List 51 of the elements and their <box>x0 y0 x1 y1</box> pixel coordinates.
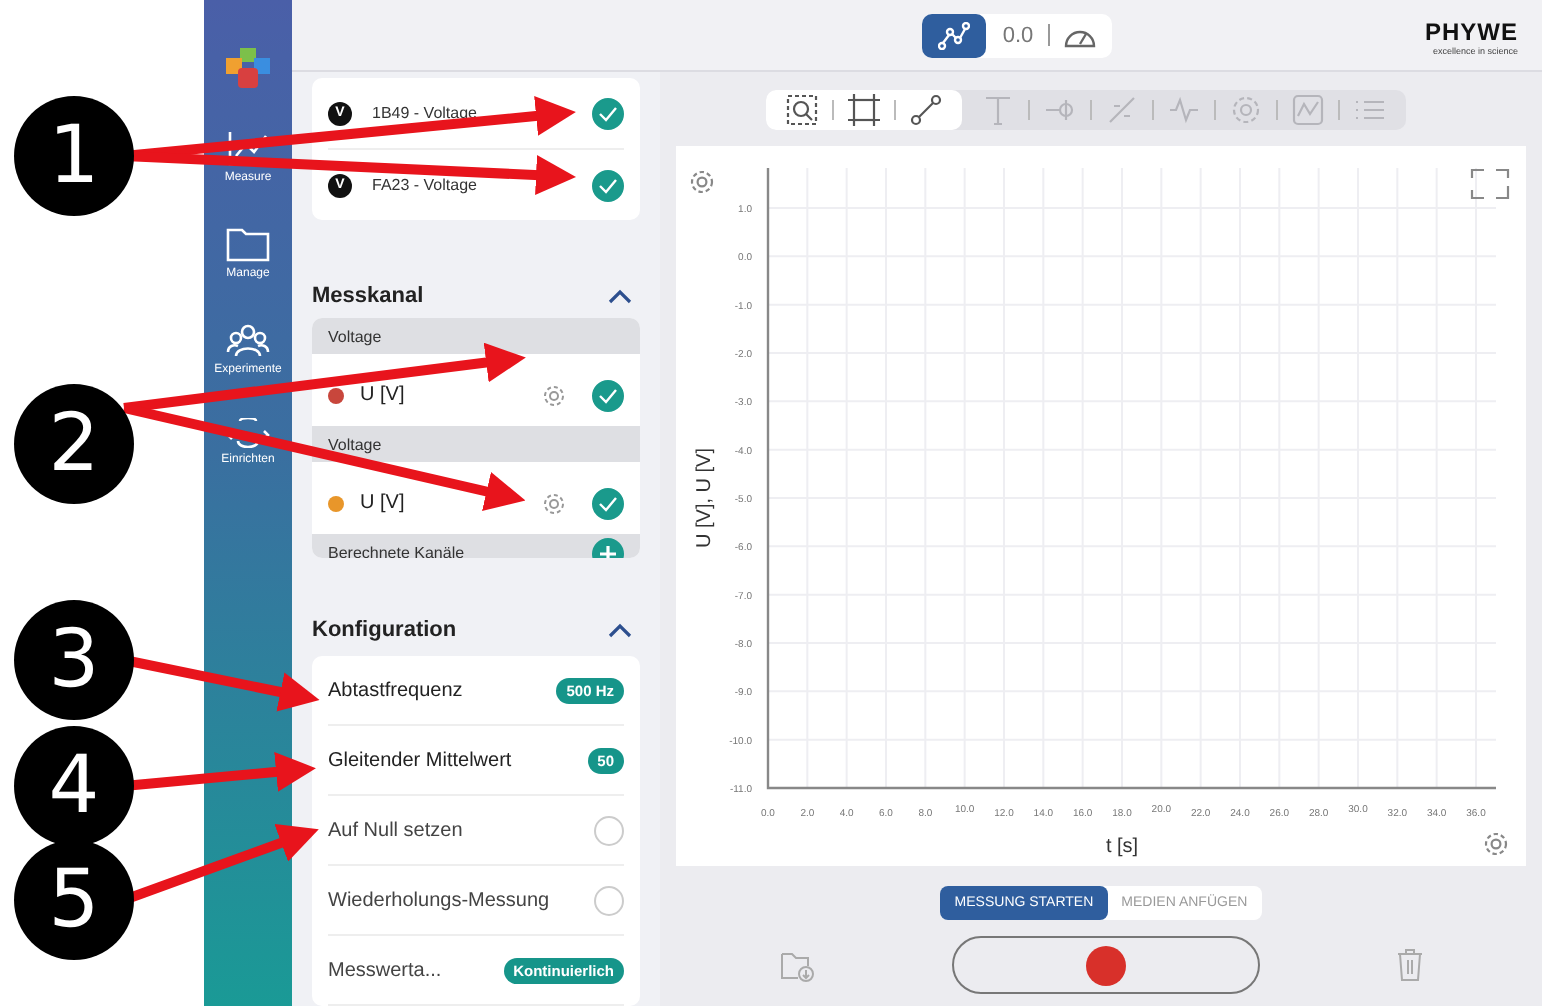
channel-name: U [V] <box>360 492 407 514</box>
graph-icon <box>938 21 971 49</box>
sensor-name: FA23 - Voltage <box>372 176 479 194</box>
section-title: Konfiguration <box>312 618 457 642</box>
record-button[interactable] <box>951 936 1259 994</box>
setup-icon <box>226 418 270 448</box>
computed-channels-label: Berechnete Kanäle <box>328 544 465 558</box>
folder-download-icon[interactable] <box>779 949 815 981</box>
settings-icon[interactable] <box>540 381 568 409</box>
channel-name: U [V] <box>360 384 407 406</box>
callout-number: 3 <box>14 600 134 720</box>
folder-icon <box>226 226 270 262</box>
setting-label: Gleitender Mittelwert <box>328 749 512 771</box>
line-tool-icon[interactable] <box>910 94 942 126</box>
settings-icon[interactable] <box>690 170 714 194</box>
checkmark-icon <box>598 105 618 121</box>
group-header: Voltage <box>312 318 640 354</box>
radio-button[interactable] <box>594 815 624 845</box>
setting-label: Auf Null setzen <box>328 819 463 841</box>
y-axis-label: U [V], U [V] <box>694 448 716 548</box>
callout-number: 5 <box>14 840 134 960</box>
callout-number: 1 <box>14 96 134 216</box>
setting-label: Messwerta... <box>328 959 442 981</box>
checkmark-icon <box>598 177 618 193</box>
zoom-tool-icon[interactable] <box>786 94 818 126</box>
check-toggle[interactable] <box>592 487 624 519</box>
brand-logo: PHYWE <box>1424 18 1518 46</box>
check-toggle[interactable] <box>592 379 624 411</box>
check-toggle[interactable] <box>592 97 624 129</box>
crop-tool-icon[interactable] <box>848 94 880 126</box>
cubes-logo-icon <box>226 48 270 88</box>
trash-icon[interactable] <box>1395 948 1423 982</box>
fullscreen-icon[interactable] <box>1470 168 1510 200</box>
chevron-icon[interactable] <box>608 288 632 304</box>
people-icon <box>226 322 270 358</box>
x-axis-label: t [s] <box>1105 836 1139 858</box>
settings-icon[interactable] <box>1484 832 1508 856</box>
chevron-icon[interactable] <box>608 622 632 638</box>
callout-number: 4 <box>14 726 134 846</box>
settings-icon[interactable] <box>540 489 568 517</box>
checkmark-icon <box>598 387 618 403</box>
check-toggle[interactable] <box>592 169 624 201</box>
callout-number: 2 <box>14 384 134 504</box>
radio-button[interactable] <box>594 885 624 915</box>
section-title: Messkanal <box>312 284 424 308</box>
setting-label: Abtastfrequenz <box>328 679 463 701</box>
marker-tool-icon[interactable] <box>1044 94 1076 126</box>
mode-toggle[interactable] <box>922 13 987 57</box>
checkmark-icon <box>598 495 618 511</box>
setting-label: Wiederholungs-Messung <box>328 889 550 911</box>
group-header: Voltage <box>312 426 640 462</box>
